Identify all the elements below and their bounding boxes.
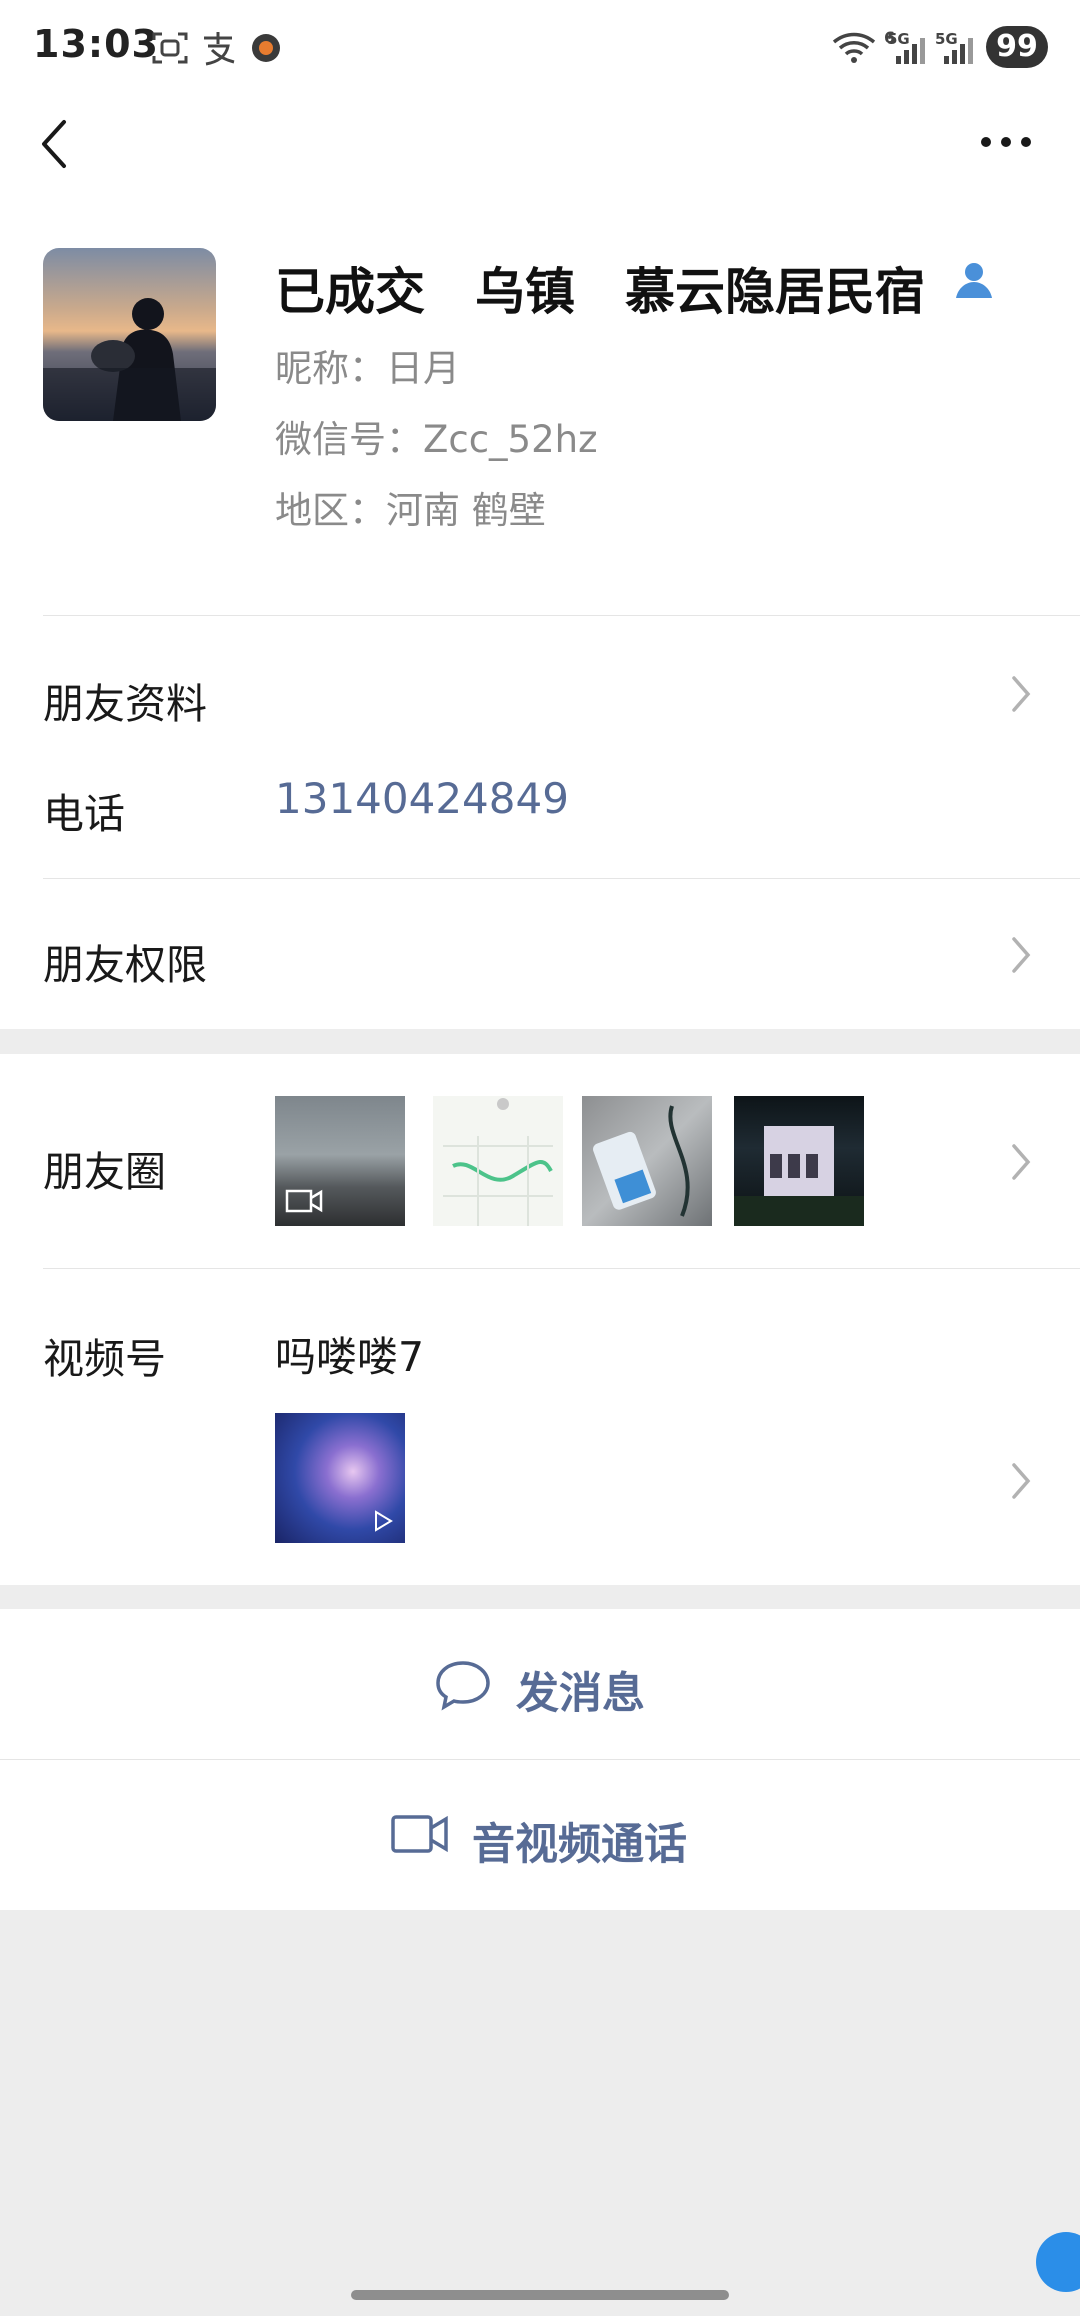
nickname: 昵称：日月 [275,347,460,390]
moments-thumb [433,1096,563,1226]
video-call-label: 音视频通话 [472,1820,687,1870]
region: 地区：河南 鹤壁 [275,489,546,532]
channels-label: 视频号 [43,1335,166,1383]
send-message-label: 发消息 [516,1669,645,1719]
wechat-id[interactable]: 微信号：Zcc_52hz [275,409,598,463]
profile-header: 已成交 乌镇 慕云隐居民宿 昵称：日月 微信号：Zcc_52hz 地区：河南 鹤… [0,216,1080,616]
friend-info-label[interactable]: 朋友资料 [43,670,207,730]
status-bar: 13:03 6 5G 5G 99 [0,0,1080,96]
more-dots-icon[interactable] [978,130,1034,154]
app-icon [252,34,280,62]
moments-thumb [582,1096,712,1226]
channel-name: 吗喽喽7 [275,1333,425,1381]
video-camera-icon [285,1189,323,1213]
wifi-icon [832,32,876,63]
back-chevron-icon[interactable] [36,116,76,172]
play-icon [375,1510,393,1532]
friend-permissions-row[interactable]: 朋友权限 [0,879,1080,1029]
drink-photo-graphic [593,1105,690,1217]
chat-bubble-icon [436,1661,490,1711]
moments-thumb [275,1096,405,1226]
storefront-photo-graphic [734,1126,864,1226]
person-icon [956,263,992,298]
battery-indicator: 99 [986,26,1048,68]
video-call-button[interactable]: 音视频通话 [0,1760,1080,1910]
friend-permissions-label: 朋友权限 [43,941,207,989]
moments-thumbnails [275,1096,864,1226]
avatar[interactable] [43,248,216,421]
scan-icon [152,32,188,64]
map-route-graphic [443,1098,553,1226]
channel-video-thumb [275,1413,405,1543]
friend-info-section: 朋友资料 电话 13140424849 [0,616,1080,879]
signal-label-2: 5G [935,30,958,48]
chevron-right-icon [1012,1144,1031,1180]
nav-bar [0,96,1080,216]
alipay-icon [204,32,235,66]
moments-thumb [734,1096,864,1226]
moments-label: 朋友圈 [43,1148,166,1196]
phone-number[interactable]: 13140424849 [275,774,569,823]
chevron-right-icon [1012,937,1031,973]
remark-name: 已成交 乌镇 慕云隐居民宿 [275,263,925,321]
home-indicator[interactable] [351,2290,729,2300]
avatar-silhouette [43,298,216,421]
chevron-right-icon[interactable] [1006,672,1036,716]
phone-label: 电话 [43,790,125,838]
floating-chat-button[interactable] [1036,2232,1080,2292]
chevron-right-icon [1012,1463,1031,1499]
video-camera-icon [391,1815,448,1853]
channels-row[interactable]: 视频号 吗喽喽7 [0,1269,1080,1585]
status-time: 13:03 [33,22,159,66]
send-message-button[interactable]: 发消息 [0,1609,1080,1759]
signal-label-1: 5G [887,30,910,48]
moments-row[interactable]: 朋友圈 [0,1054,1080,1269]
